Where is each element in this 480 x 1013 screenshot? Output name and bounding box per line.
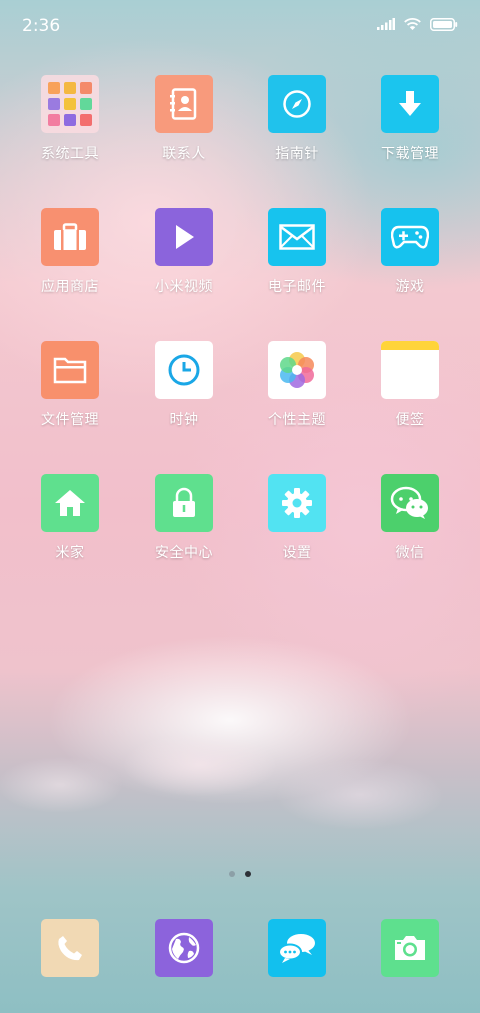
app-clock[interactable]: 时钟: [127, 341, 241, 429]
lock-icon: [155, 474, 213, 532]
dock-browser[interactable]: [127, 919, 241, 977]
app-email[interactable]: 电子邮件: [240, 208, 354, 296]
download-icon: [381, 75, 439, 133]
app-label: 指南针: [275, 146, 319, 162]
notes-header-strip: [381, 341, 439, 350]
app-label: 时钟: [169, 412, 199, 428]
play-icon: [155, 208, 213, 266]
app-downloads[interactable]: 下载管理: [353, 75, 467, 163]
messages-icon: [268, 919, 326, 977]
cloud-decoration: [0, 735, 480, 855]
page-indicator[interactable]: [0, 871, 480, 877]
wifi-icon: [404, 18, 421, 30]
app-label: 便签: [395, 412, 425, 428]
app-label: 文件管理: [41, 412, 99, 428]
app-label: 系统工具: [41, 146, 99, 162]
app-contacts[interactable]: 联系人: [127, 75, 241, 163]
app-compass[interactable]: 指南针: [240, 75, 354, 163]
folder-icon: [41, 75, 99, 133]
app-label: 微信: [395, 545, 425, 561]
app-label: 个性主题: [268, 412, 326, 428]
page-dot-2-active[interactable]: [245, 871, 251, 877]
app-label: 设置: [282, 545, 312, 561]
files-icon: [41, 341, 99, 399]
dock-camera[interactable]: [353, 919, 467, 977]
battery-icon: [430, 17, 458, 31]
app-label: 应用商店: [41, 279, 99, 295]
app-notes[interactable]: 便签: [353, 341, 467, 429]
app-themes[interactable]: 个性主题: [240, 341, 354, 429]
app-label: 联系人: [162, 146, 206, 162]
app-label: 下载管理: [381, 146, 439, 162]
dock-phone[interactable]: [13, 919, 127, 977]
globe-icon: [155, 919, 213, 977]
app-wechat[interactable]: 微信: [353, 474, 467, 562]
app-app-store[interactable]: 应用商店: [13, 208, 127, 296]
notes-icon: [381, 341, 439, 399]
page-dot-1[interactable]: [229, 871, 235, 877]
status-bar: 2:36: [0, 0, 480, 52]
status-icons: [377, 17, 458, 31]
app-label: 小米视频: [155, 279, 213, 295]
gamepad-icon: [381, 208, 439, 266]
app-system-tools[interactable]: 系统工具: [13, 75, 127, 163]
app-label: 游戏: [395, 279, 425, 295]
signal-icon: [377, 18, 395, 30]
mail-icon: [268, 208, 326, 266]
app-games[interactable]: 游戏: [353, 208, 467, 296]
clock-icon: [155, 341, 213, 399]
dock-messages[interactable]: [240, 919, 354, 977]
app-label: 米家: [55, 545, 85, 561]
app-file-manager[interactable]: 文件管理: [13, 341, 127, 429]
phone-icon: [41, 919, 99, 977]
app-label: 电子邮件: [268, 279, 326, 295]
compass-icon: [268, 75, 326, 133]
theme-flower-icon: [268, 341, 326, 399]
briefcase-icon: [41, 208, 99, 266]
camera-icon: [381, 919, 439, 977]
app-label: 安全中心: [155, 545, 213, 561]
app-mi-video[interactable]: 小米视频: [127, 208, 241, 296]
app-mi-home[interactable]: 米家: [13, 474, 127, 562]
gear-icon: [268, 474, 326, 532]
wechat-icon: [381, 474, 439, 532]
app-security[interactable]: 安全中心: [127, 474, 241, 562]
home-icon: [41, 474, 99, 532]
contacts-icon: [155, 75, 213, 133]
status-time: 2:36: [22, 16, 61, 36]
app-settings[interactable]: 设置: [240, 474, 354, 562]
